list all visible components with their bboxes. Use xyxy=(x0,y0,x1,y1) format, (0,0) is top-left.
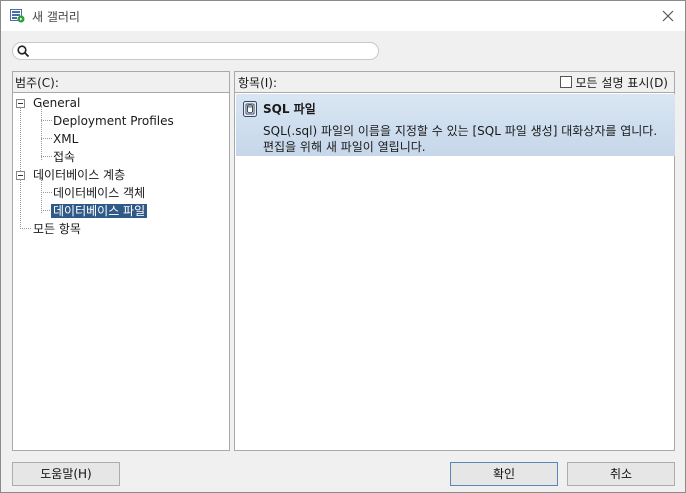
tree-item-label: 데이터베이스 파일 xyxy=(51,204,148,218)
tree-item-label: XML xyxy=(53,132,79,146)
ok-button[interactable]: 확인 xyxy=(450,462,558,486)
collapse-icon[interactable] xyxy=(16,171,25,180)
tree-connector xyxy=(41,138,52,139)
tree-item-database-objects[interactable]: 데이터베이스 객체 xyxy=(53,184,145,202)
tree-connector xyxy=(20,228,31,229)
tree-item-label: General xyxy=(33,96,81,110)
help-button[interactable]: 도움말(H) xyxy=(12,462,120,486)
search-icon xyxy=(17,45,30,58)
tree-item-all-items[interactable]: 모든 항목 xyxy=(33,220,81,238)
tree-item-label: 모든 항목 xyxy=(33,222,81,236)
tree-item-general[interactable]: General xyxy=(33,94,80,112)
show-all-descriptions-checkbox[interactable] xyxy=(559,76,572,88)
tree-item-connections[interactable]: 접속 xyxy=(53,148,75,166)
gallery-dialog: 새 갤러리 범주(C): 항목(I): 모든 설명 표시(D) General … xyxy=(0,0,686,493)
window-title: 새 갤러리 xyxy=(32,10,80,24)
show-all-descriptions-label[interactable]: 모든 설명 표시(D) xyxy=(576,74,668,91)
items-list: SQL 파일 SQL(.sql) 파일의 이름을 지정할 수 있는 [SQL 파… xyxy=(234,92,675,451)
tree-item-label: 데이터베이스 계층 xyxy=(33,168,126,182)
tree-item-label: 접속 xyxy=(53,150,76,164)
tree-item-database-files[interactable]: 데이터베이스 파일 xyxy=(51,202,148,220)
items-header: 항목(I): 모든 설명 표시(D) xyxy=(234,71,675,92)
items-label: 항목(I): xyxy=(238,76,278,90)
cancel-button[interactable]: 취소 xyxy=(567,462,675,486)
tree-item-label: 데이터베이스 객체 xyxy=(53,186,146,200)
collapse-icon[interactable] xyxy=(16,99,25,108)
tree-item-deployment-profiles[interactable]: Deployment Profiles xyxy=(53,112,174,130)
item-title: SQL 파일 xyxy=(263,102,316,116)
tree-connector xyxy=(41,156,52,157)
category-label: 범주(C): xyxy=(15,76,59,90)
tree-item-database-tier[interactable]: 데이터베이스 계층 xyxy=(33,166,125,184)
show-all-descriptions[interactable]: 모든 설명 표시(D) xyxy=(559,74,668,91)
search-box[interactable] xyxy=(12,42,379,60)
search-input[interactable] xyxy=(33,44,373,58)
sql-file-icon xyxy=(243,101,257,117)
list-item-sql-file[interactable]: SQL 파일 SQL(.sql) 파일의 이름을 지정할 수 있는 [SQL 파… xyxy=(236,94,675,156)
tree-connector xyxy=(41,120,52,121)
category-tree: General Deployment Profiles XML 접속 데이터베이… xyxy=(12,92,230,451)
tree-item-label: Deployment Profiles xyxy=(53,114,174,128)
tree-item-xml[interactable]: XML xyxy=(53,130,78,148)
close-icon[interactable] xyxy=(659,7,677,25)
title-bar: 새 갤러리 xyxy=(1,1,685,31)
tree-connector xyxy=(41,106,42,160)
gallery-app-icon xyxy=(10,9,25,23)
item-description: SQL(.sql) 파일의 이름을 지정할 수 있는 [SQL 파일 생성] 대… xyxy=(263,124,658,154)
tree-connector xyxy=(20,106,21,229)
tree-connector xyxy=(41,192,52,193)
